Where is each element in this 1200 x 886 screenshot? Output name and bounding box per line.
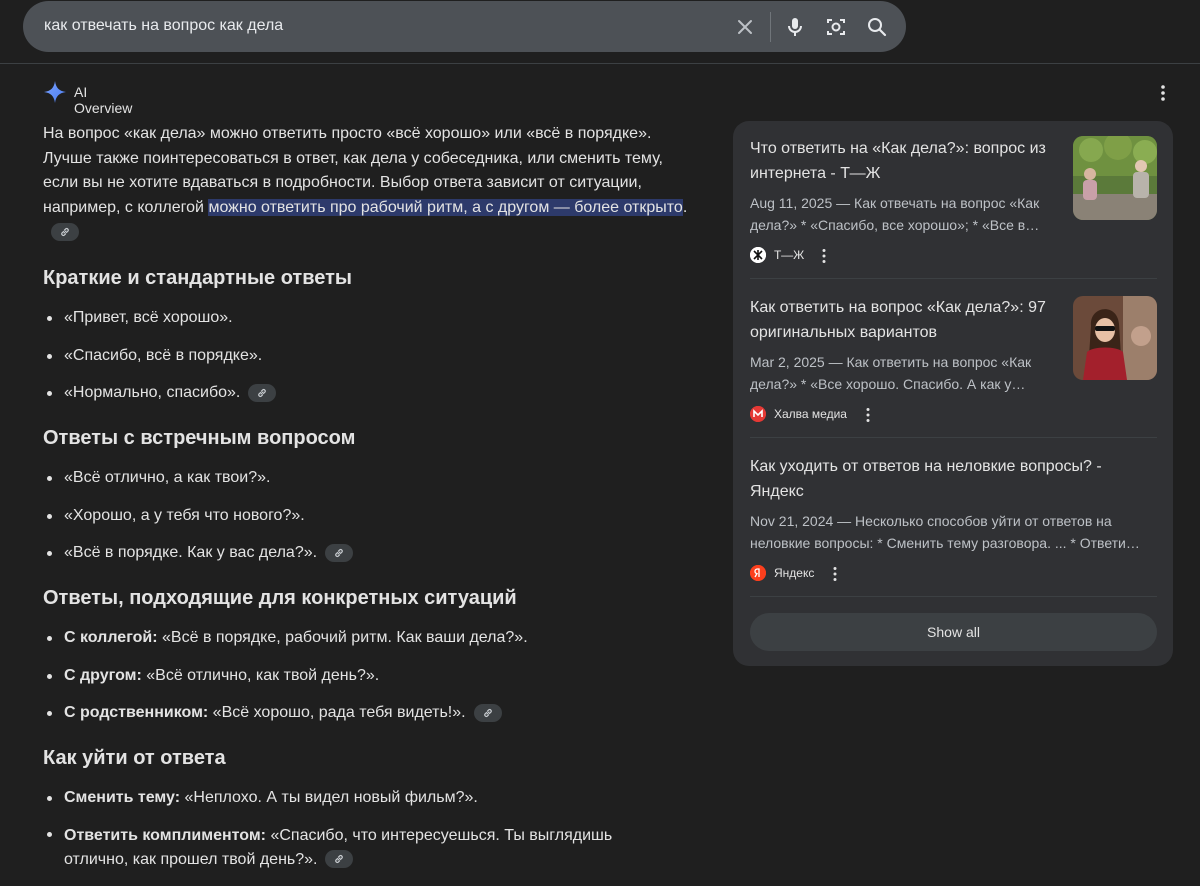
mic-icon[interactable] [783,15,807,39]
answer-list: С коллегой: «Всё в порядке, рабочий ритм… [43,628,528,741]
source-site-name: Яндекс [774,566,815,580]
source-meta: Т—Ж [750,246,1157,266]
highlighted-text[interactable]: можно ответить про рабочий ритм, а с дру… [208,198,683,216]
answer-list: «Всё отлично, а как твои?». «Хорошо, а у… [43,468,354,581]
list-item: «Нормально, спасибо». [43,383,277,421]
source-more-icon[interactable] [827,565,843,583]
show-all-button[interactable]: Show all [750,613,1157,651]
yandex-favicon-icon [750,565,766,581]
link-icon[interactable] [325,543,354,562]
tzh-favicon-icon [750,247,766,263]
source-snippet: Mar 2, 2025 — Как ответить на вопрос «Ка… [750,354,1032,392]
source-title[interactable]: Что ответить на «Как дела?»: вопрос из и… [750,136,1060,186]
list-item: «Привет, всё хорошо». [43,308,276,346]
answer-list: «Привет, всё хорошо». «Спасибо, всё в по… [43,308,277,421]
sources-panel: Что ответить на «Как дела?»: вопрос из и… [733,121,1173,666]
list-item: «Всё в порядке. Как у вас дела?». [43,543,354,581]
link-icon[interactable] [473,703,502,722]
divider [750,278,1157,279]
link-icon[interactable] [325,850,354,869]
section-heading: Краткие и стандартные ответы [43,267,352,289]
divider [750,596,1157,597]
ai-overview-title: AI Overview [74,84,133,116]
source-title[interactable]: Как уходить от ответов на неловкие вопро… [750,454,1130,504]
intro-paragraph: На вопрос «как дела» можно ответить прос… [43,122,693,245]
source-card[interactable]: Как уходить от ответов на неловкие вопро… [750,454,1157,584]
list-item: С коллегой: «Всё в порядке, рабочий ритм… [43,628,528,666]
more-options-icon[interactable] [1152,82,1174,104]
source-more-icon[interactable] [816,247,832,265]
list-item: Сменить тему: «Неплохо. А ты видел новый… [43,788,683,826]
source-site-name: Халва медиа [774,407,847,421]
list-item: Ответить комплиментом: «Спасибо, что инт… [43,824,654,884]
top-bar: как отвечать на вопрос как дела [0,0,1200,64]
source-thumbnail[interactable] [1073,136,1157,220]
source-more-icon[interactable] [860,406,876,424]
list-item: С родственником: «Всё хорошо, рада тебя … [43,703,528,741]
ai-answer: На вопрос «как дела» можно ответить прос… [43,122,693,869]
source-snippet: Aug 11, 2025 — Как отвечать на вопрос «К… [750,195,1040,233]
list-item: С другом: «Всё отлично, как твой день?». [43,666,528,704]
link-icon[interactable] [248,383,277,402]
ai-sparkle-icon [43,80,67,104]
list-item: «Спасибо, всё в порядке». [43,346,276,384]
section-heading: Ответы с встречным вопросом [43,427,356,449]
source-thumbnail[interactable] [1073,296,1157,380]
answer-list: Сменить тему: «Неплохо. А ты видел новый… [43,788,683,886]
source-site-name: Т—Ж [774,248,805,262]
section-heading: Ответы, подходящие для конкретных ситуац… [43,587,517,609]
source-snippet: Nov 21, 2024 — Несколько способов уйти о… [750,513,1140,551]
search-box[interactable]: как отвечать на вопрос как дела [23,1,906,52]
intro-end: . [682,198,688,216]
halva-favicon-icon [750,406,766,422]
camera-lens-icon[interactable] [824,15,848,39]
section-heading: Как уйти от ответа [43,747,226,769]
list-item: «Хорошо, а у тебя что нового?». [43,506,353,544]
divider [750,437,1157,438]
search-divider [770,12,771,42]
link-icon[interactable] [51,222,79,241]
source-meta: Яндекс [750,564,1157,584]
source-meta: Халва медиа [750,405,1157,425]
list-item: «Всё отлично, а как твои?». [43,468,353,506]
close-icon[interactable] [733,15,757,39]
search-input[interactable]: как отвечать на вопрос как дела [44,17,283,35]
source-title[interactable]: Как ответить на вопрос «Как дела?»: 97 о… [750,295,1060,345]
search-icon[interactable] [865,15,889,39]
